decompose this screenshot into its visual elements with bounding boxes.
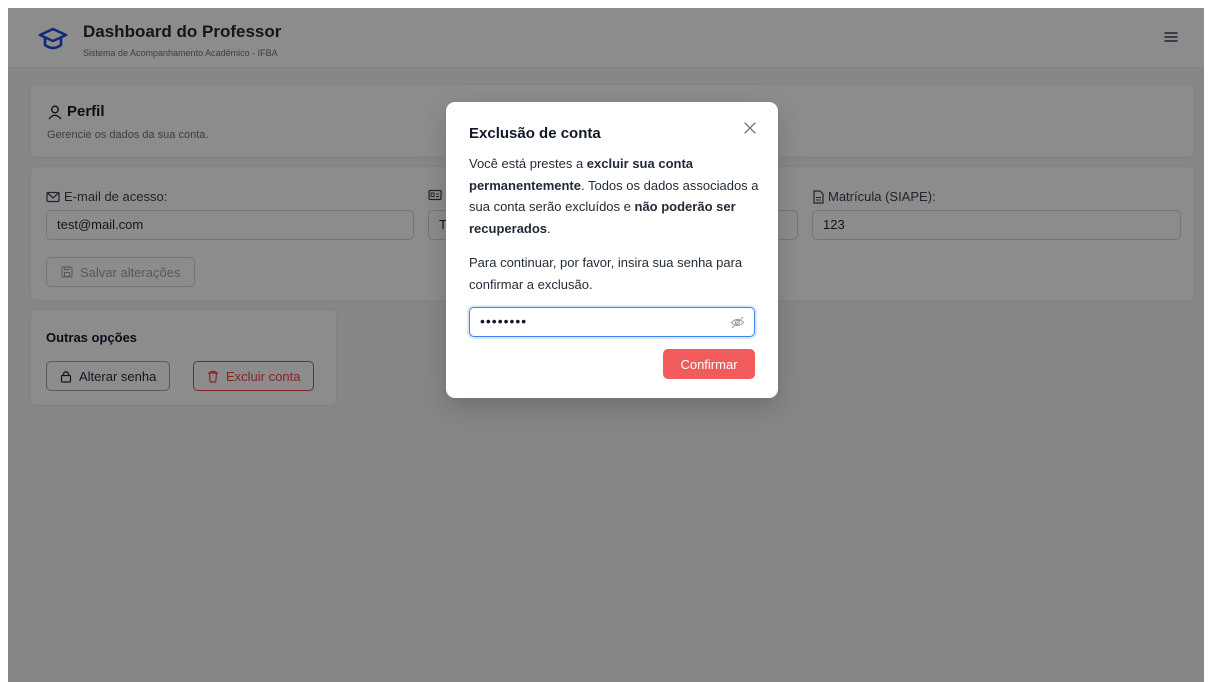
modal-text-part-3: . xyxy=(547,220,551,236)
modal-instruction: Para continuar, por favor, insira sua se… xyxy=(469,255,743,292)
password-input[interactable]: •••••••• xyxy=(469,307,755,337)
modal-title: Exclusão de conta xyxy=(469,125,601,142)
modal-warning-text: Você está prestes a excluir sua conta pe… xyxy=(469,153,761,239)
eye-off-icon[interactable] xyxy=(730,315,745,330)
password-value: •••••••• xyxy=(480,313,528,329)
modal-text-part-1: Você está prestes a xyxy=(469,156,587,171)
app-window: Dashboard do Professor Sistema de Acompa… xyxy=(8,8,1204,682)
delete-account-modal: Exclusão de conta Você está prestes a ex… xyxy=(446,102,778,398)
confirm-button[interactable]: Confirmar xyxy=(663,349,755,379)
close-icon[interactable] xyxy=(742,120,758,136)
